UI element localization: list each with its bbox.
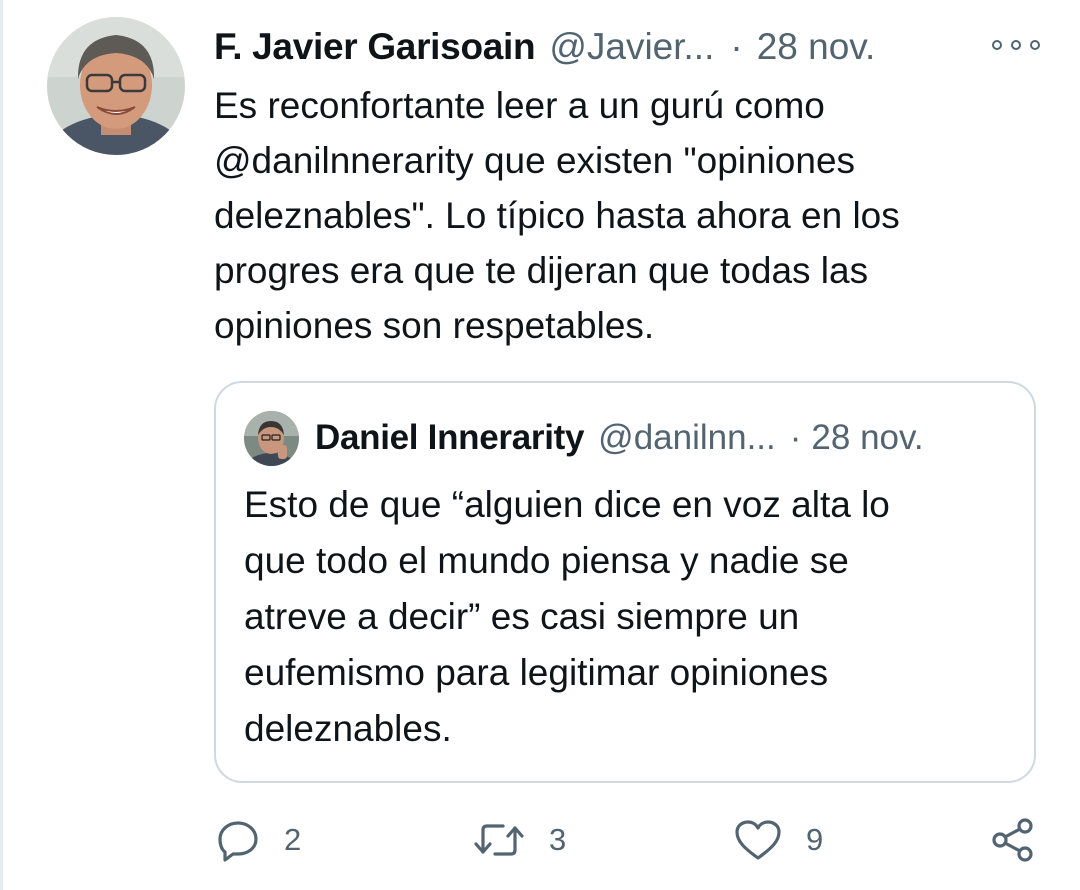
quoted-author-avatar[interactable] bbox=[244, 411, 299, 466]
like-button[interactable]: 9 bbox=[734, 812, 823, 868]
separator-dot: · bbox=[730, 26, 743, 67]
tweet-actions: 2 3 9 bbox=[214, 812, 1044, 868]
share-icon bbox=[992, 818, 1033, 862]
quoted-author-handle[interactable]: @danilnn... bbox=[598, 418, 776, 458]
more-options-icon[interactable] bbox=[992, 30, 1040, 60]
author-avatar[interactable] bbox=[47, 17, 185, 155]
separator-dot: · bbox=[789, 418, 802, 457]
tweet-header: F. Javier Garisoain @Javier... · 28 nov. bbox=[214, 22, 1050, 72]
retweet-count: 3 bbox=[549, 822, 567, 857]
reply-icon bbox=[218, 821, 258, 862]
quoted-tweet-text: Esto de que “alguien dice en voz alta lo… bbox=[244, 484, 890, 749]
quoted-tweet-date[interactable]: 28 nov. bbox=[811, 418, 923, 458]
retweet-icon bbox=[474, 824, 524, 856]
tweet-date[interactable]: 28 nov. bbox=[757, 26, 876, 68]
reply-count: 2 bbox=[284, 822, 302, 857]
quoted-author-name[interactable]: Daniel Innerarity bbox=[315, 418, 584, 458]
author-name[interactable]: F. Javier Garisoain bbox=[214, 26, 536, 68]
reply-button[interactable]: 2 bbox=[216, 812, 301, 868]
heart-icon bbox=[735, 820, 781, 860]
author-handle[interactable]: @Javier... bbox=[549, 26, 714, 68]
tweet-text: Es reconfortante leer a un gurú como @da… bbox=[214, 85, 900, 346]
like-count: 9 bbox=[806, 822, 824, 857]
share-button[interactable] bbox=[990, 812, 1036, 868]
quoted-tweet-header: Daniel Innerarity @danilnn... · 28 nov. bbox=[315, 413, 1014, 463]
quoted-tweet[interactable]: Daniel Innerarity @danilnn... · 28 nov. … bbox=[214, 381, 1036, 783]
retweet-button[interactable]: 3 bbox=[473, 812, 566, 868]
tweet-card[interactable]: F. Javier Garisoain @Javier... · 28 nov.… bbox=[0, 0, 1080, 890]
